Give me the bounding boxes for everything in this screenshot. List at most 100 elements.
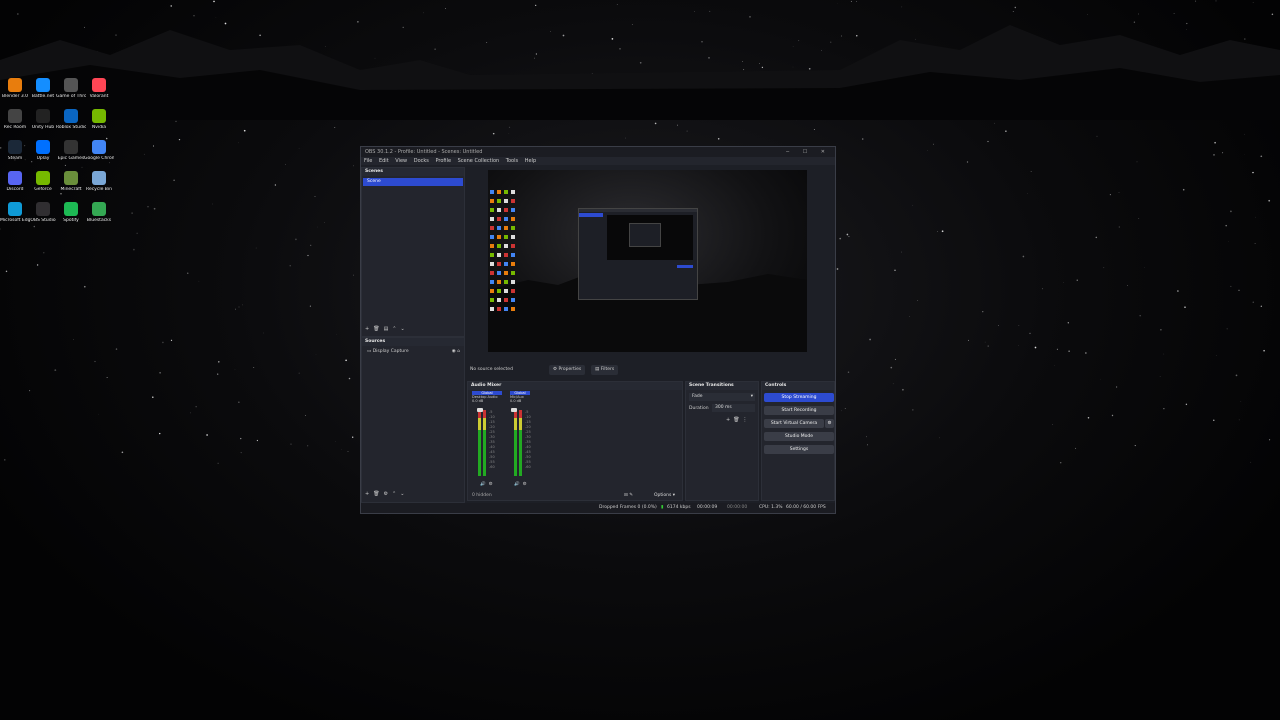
controls-dock: Controls Stop Streaming Start Recording … (761, 381, 835, 501)
desktop-icon[interactable]: OBS Studio (28, 202, 58, 232)
menu-tools[interactable]: Tools (506, 158, 518, 164)
star (1184, 306, 1186, 308)
scenes-toolbar: +🗑▤⌃⌄ (365, 326, 409, 332)
filter-icon[interactable]: ▤ (384, 326, 393, 332)
star (1260, 155, 1263, 158)
desktop-icon[interactable]: Nvidia (84, 109, 114, 139)
volume-meter (514, 410, 517, 476)
volume-slider-handle[interactable] (511, 408, 517, 412)
start-recording-button[interactable]: Start Recording (764, 406, 834, 415)
desktop-icon[interactable]: Spotify (56, 202, 86, 232)
star (836, 268, 839, 270)
star (309, 305, 311, 307)
preview-canvas[interactable] (488, 170, 807, 352)
star (861, 138, 864, 140)
duration-field[interactable]: 300 ms (712, 404, 755, 412)
star (298, 372, 300, 374)
source-item[interactable]: ▭ Display Capture ◉ ⌂ (363, 348, 463, 356)
menu-file[interactable]: File (364, 158, 372, 164)
star (218, 361, 220, 363)
gear-icon[interactable]: ⚙ (384, 491, 392, 497)
star (982, 311, 984, 313)
menu-help[interactable]: Help (525, 158, 536, 164)
star (1225, 224, 1227, 227)
preview-icon (511, 208, 515, 212)
desktop-icon[interactable]: Recycle Bin (84, 171, 114, 201)
desktop-icon[interactable]: Minecraft (56, 171, 86, 201)
preview-icon (497, 262, 501, 266)
star (304, 414, 307, 417)
star (1100, 378, 1101, 380)
star (73, 339, 74, 340)
transition-select[interactable]: Fade ▾ (689, 393, 755, 401)
preview-icon (497, 289, 501, 293)
properties-button[interactable]: ⚙ Properties (549, 365, 586, 375)
menu-view[interactable]: View (395, 158, 407, 164)
menu-edit[interactable]: Edit (379, 158, 389, 164)
star (147, 206, 149, 208)
star (243, 129, 246, 132)
desktop-icon[interactable]: Epic Games (56, 140, 86, 170)
menu-docks[interactable]: Docks (414, 158, 429, 164)
star (178, 138, 181, 141)
app-icon (92, 171, 106, 185)
menu-profile[interactable]: Profile (435, 158, 451, 164)
star (1118, 192, 1120, 193)
virtual-camera-gear-icon[interactable]: ⚙ (825, 419, 834, 428)
desktop-icon[interactable]: Geforce (28, 171, 58, 201)
volume-slider-handle[interactable] (477, 408, 483, 412)
desktop-icon[interactable]: Battle.net (28, 78, 58, 108)
move-down-icon[interactable]: ⌄ (400, 491, 408, 497)
star (966, 161, 969, 163)
add-source-icon[interactable]: + (365, 491, 373, 497)
app-icon (36, 78, 50, 92)
menu-bar: File Edit View Docks Profile Scene Colle… (361, 157, 835, 165)
desktop-icon[interactable]: Discord (0, 171, 30, 201)
stop-streaming-button[interactable]: Stop Streaming (764, 393, 834, 402)
desktop-icon[interactable]: Bluestacks (84, 202, 114, 232)
desktop-icon[interactable]: Uplay (28, 140, 58, 170)
preview-obs-window (578, 208, 698, 300)
desktop-icon-label: Unity Hub (31, 125, 55, 130)
visibility-icon[interactable]: ◉ ⌂ (452, 348, 460, 356)
mute-controls[interactable]: 🔊⚙ (480, 482, 496, 487)
move-up-icon[interactable]: ⌃ (392, 326, 400, 332)
title-bar[interactable]: OBS 30.1.2 - Profile: Untitled - Scenes:… (361, 147, 835, 157)
desktop-icon[interactable]: Google Chrome (84, 140, 114, 170)
desktop-icon[interactable]: Steam (0, 140, 30, 170)
desktop-icon[interactable]: Rec Room (0, 109, 30, 139)
star (285, 164, 287, 165)
star (1136, 161, 1138, 163)
studio-mode-button[interactable]: Studio Mode (764, 432, 834, 441)
desktop-icon[interactable]: Unity Hub (28, 109, 58, 139)
move-down-icon[interactable]: ⌄ (401, 326, 409, 332)
star (190, 412, 191, 414)
remove-source-icon[interactable]: 🗑 (373, 491, 383, 497)
star (263, 332, 265, 334)
star (1144, 266, 1145, 268)
scene-item[interactable]: Scene (363, 178, 463, 186)
star (1214, 141, 1216, 144)
app-icon (64, 171, 78, 185)
add-icon[interactable]: + (365, 326, 373, 332)
remove-icon[interactable]: 🗑 (373, 326, 383, 332)
mute-controls[interactable]: 🔊⚙ (514, 482, 530, 487)
app-icon (8, 109, 22, 123)
star (994, 122, 995, 124)
desktop-icon[interactable]: Blender 3.0 (0, 78, 30, 108)
window-controls[interactable]: ─ ☐ ✕ (786, 147, 831, 157)
star (1103, 267, 1105, 269)
mixer-layout-icon[interactable]: ⊟ ✎ (624, 493, 633, 498)
star (848, 235, 850, 238)
star (353, 274, 354, 276)
menu-scene-collection[interactable]: Scene Collection (458, 158, 500, 164)
transition-tools[interactable]: +🗑⋮ (726, 417, 751, 423)
options-dropdown[interactable]: Options ▾ (654, 493, 675, 498)
desktop-icon[interactable]: Valorant (84, 78, 114, 108)
desktop-icon[interactable]: Roblox Studio (56, 109, 86, 139)
filters-button[interactable]: ▤ Filters (591, 365, 619, 375)
settings-button[interactable]: Settings (764, 445, 834, 454)
start-virtual-camera-button[interactable]: Start Virtual Camera (764, 419, 824, 428)
desktop-icon[interactable]: Game of Thrones (56, 78, 86, 108)
desktop-icon[interactable]: Microsoft Edge (0, 202, 30, 232)
